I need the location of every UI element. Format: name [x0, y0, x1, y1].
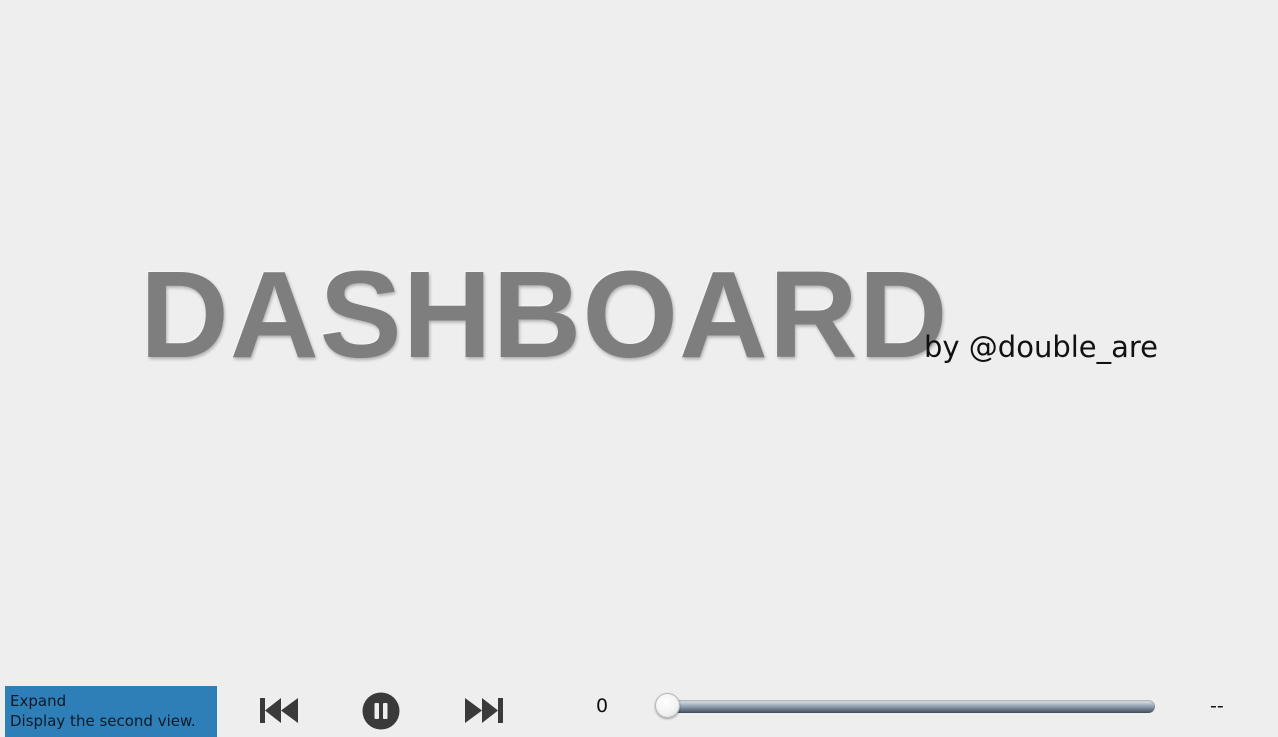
progress-slider-thumb[interactable] — [655, 693, 680, 718]
current-value: 0 — [596, 695, 609, 717]
previous-button[interactable] — [260, 697, 299, 724]
skip-back-icon — [260, 698, 298, 723]
expand-title: Expand — [10, 692, 67, 710]
progress-slider-track[interactable] — [668, 700, 1155, 713]
author-byline: by @double_are — [924, 330, 1159, 364]
expand-button[interactable]: Expand Display the second view. — [5, 686, 217, 737]
pause-button[interactable] — [362, 692, 400, 730]
app-window: DASHBOARD by @double_are Expand Display … — [0, 0, 1278, 737]
total-value: -- — [1210, 695, 1224, 717]
next-button[interactable] — [465, 697, 504, 724]
skip-forward-icon — [465, 698, 503, 723]
pause-icon — [362, 692, 400, 730]
expand-description: Display the second view. — [10, 712, 196, 730]
page-title: DASHBOARD — [140, 247, 949, 384]
